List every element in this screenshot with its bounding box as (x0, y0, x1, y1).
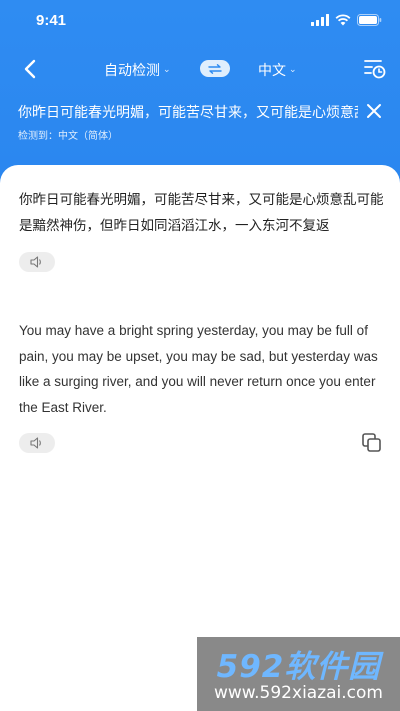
chevron-down-icon: ⌄ (163, 65, 171, 75)
wifi-icon (335, 14, 351, 26)
battery-icon (357, 14, 382, 26)
status-icons (311, 14, 382, 26)
back-icon[interactable] (18, 56, 44, 82)
signal-icon (311, 14, 329, 26)
target-language-select[interactable]: 中文 ⌄ (258, 60, 297, 80)
nav-bar: 自动检测 ⌄ 中文 ⌄ (0, 52, 400, 86)
status-bar: 9:41 (0, 0, 400, 44)
detected-language: 检测到：中文（简体） (18, 131, 118, 142)
swap-icon (208, 63, 222, 74)
status-time: 9:41 (36, 12, 67, 29)
original-text: 你昨日可能春光明媚，可能苦尽甘来，又可能是心烦意乱可能是黯然神伤，但昨日如同滔滔… (19, 192, 384, 234)
play-original-audio-button[interactable] (19, 252, 55, 272)
result-card: 你昨日可能春光明媚，可能苦尽甘来，又可能是心烦意乱可能是黯然神伤，但昨日如同滔滔… (0, 165, 400, 711)
speaker-icon (30, 256, 41, 268)
speaker-icon (30, 437, 41, 449)
source-language-label: 自动检测 (104, 63, 160, 79)
watermark-logo: 592软件园 (216, 649, 381, 685)
history-icon[interactable] (362, 56, 388, 82)
chevron-down-icon: ⌄ (289, 65, 297, 75)
copy-icon[interactable] (361, 432, 383, 454)
source-language-select[interactable]: 自动检测 ⌄ (104, 60, 171, 80)
watermark-url: www.592xiazai.com (214, 683, 383, 703)
play-translation-audio-button[interactable] (19, 433, 55, 453)
close-icon[interactable] (364, 101, 384, 121)
source-text-preview[interactable]: 你昨日可能春光明媚，可能苦尽甘来，又可能是心烦意乱可能是黯然神伤，但昨日如同滔滔… (18, 102, 358, 122)
translation-text: You may have a bright spring yesterday, … (19, 323, 378, 415)
watermark: 592软件园 www.592xiazai.com (197, 637, 400, 711)
swap-language-button[interactable] (200, 60, 230, 77)
target-language-label: 中文 (258, 63, 286, 79)
